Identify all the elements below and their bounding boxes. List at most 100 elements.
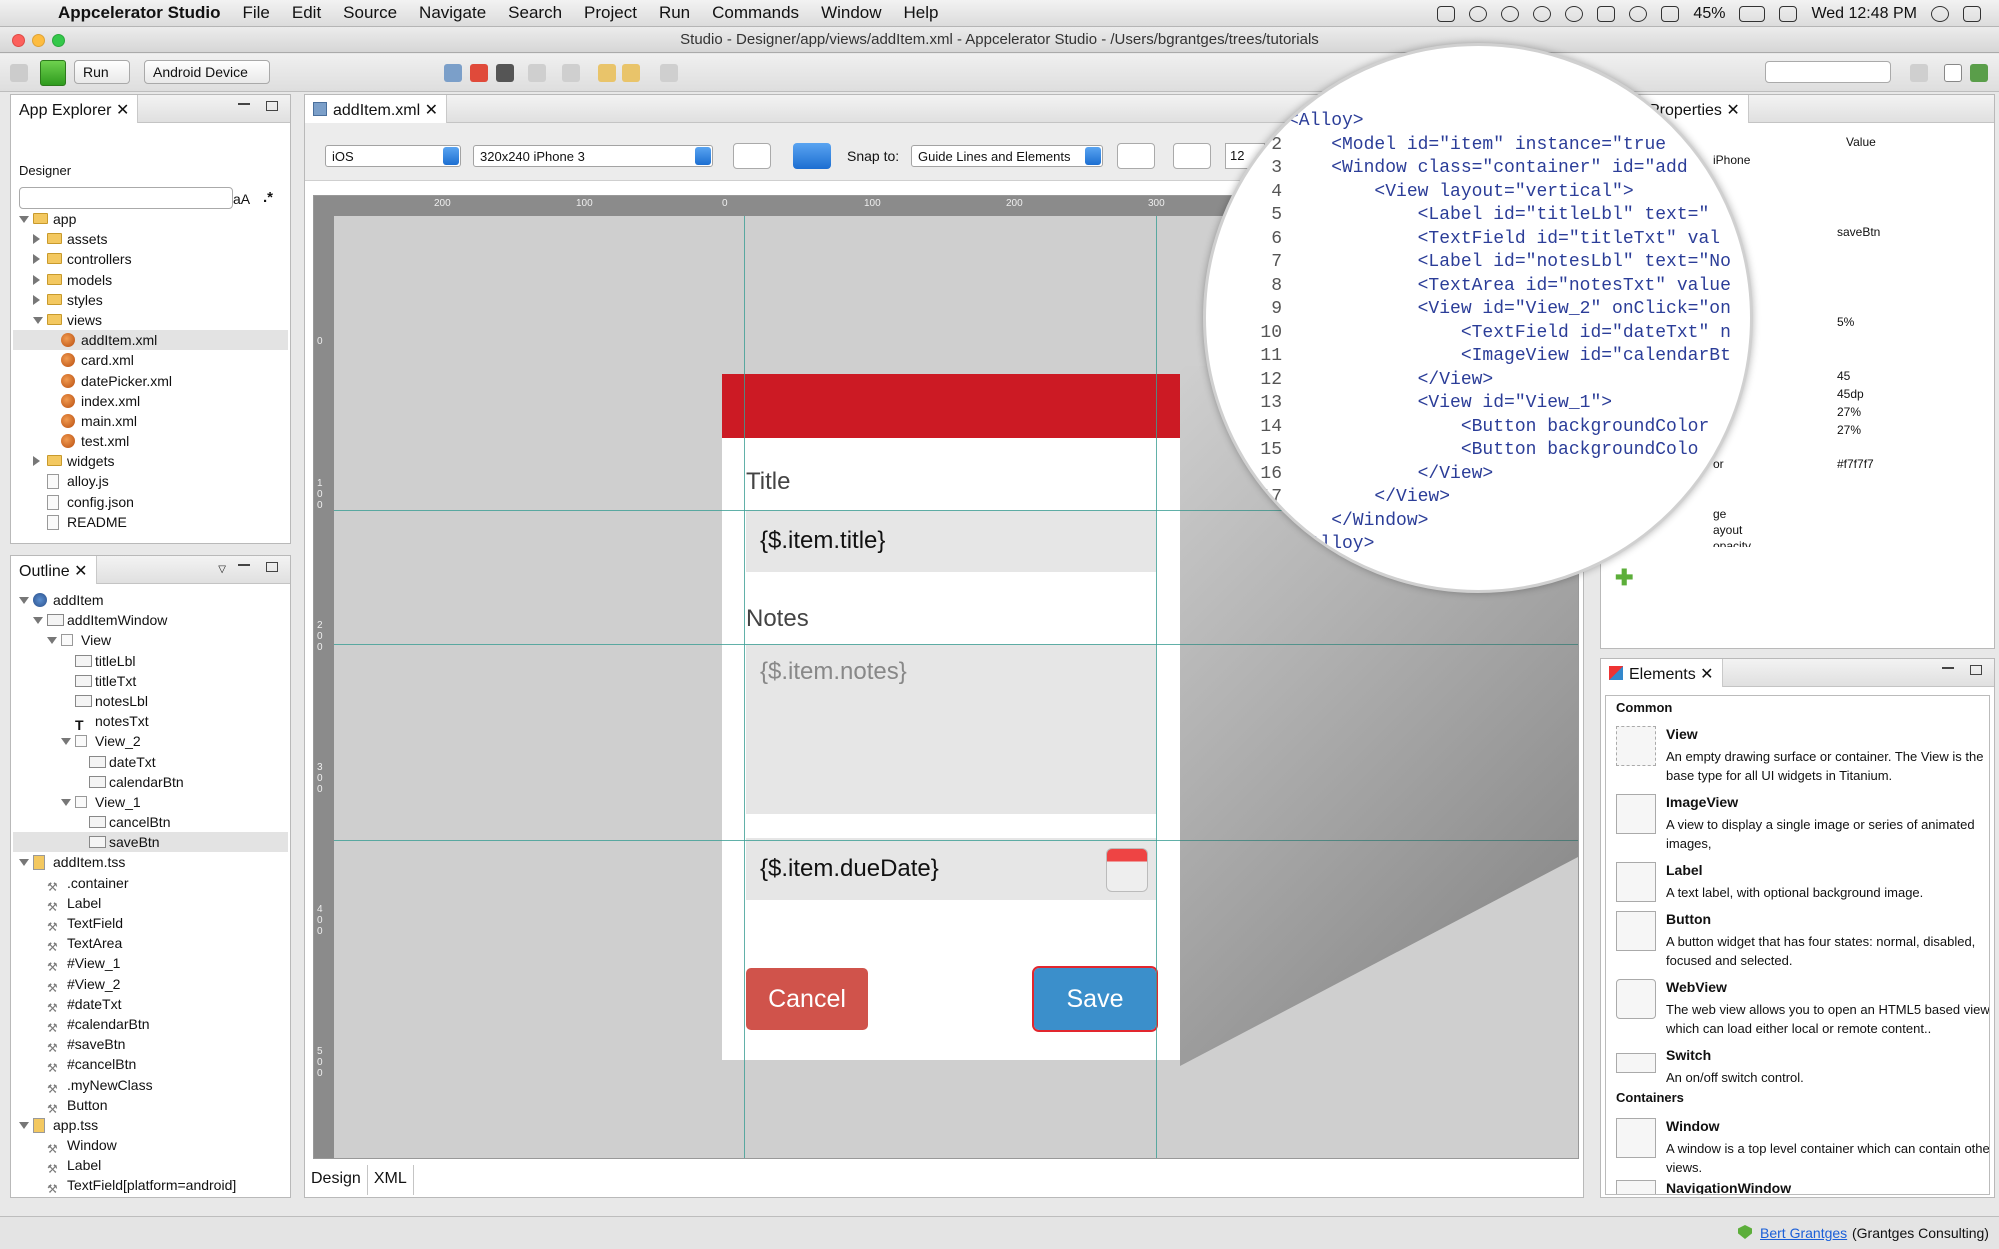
snap-select[interactable]: Guide Lines and Elements bbox=[911, 145, 1103, 167]
tree-row[interactable]: addItem.tss bbox=[13, 852, 288, 872]
tree-row[interactable]: ⚒ .myNewClass bbox=[13, 1075, 288, 1096]
target-device-select[interactable]: Android Device bbox=[144, 60, 270, 84]
view-menu-icon[interactable]: ▽ bbox=[218, 564, 226, 575]
close-tab-icon[interactable]: ✕ bbox=[1700, 666, 1713, 683]
tree-row[interactable]: ⚒ Window bbox=[13, 1135, 288, 1156]
tree-row[interactable]: ⚒ #View_1 bbox=[13, 953, 288, 974]
maximize-panel-icon[interactable] bbox=[266, 562, 278, 572]
menu-help[interactable]: Help bbox=[904, 3, 939, 23]
wifi-icon[interactable] bbox=[1629, 5, 1648, 22]
settings-gear-icon[interactable] bbox=[1970, 64, 1988, 82]
code-line[interactable]: 17 </View> bbox=[1246, 487, 1450, 511]
tool-icon-2[interactable] bbox=[562, 64, 580, 82]
tree-row[interactable]: app bbox=[13, 209, 288, 229]
chevron-down-icon[interactable] bbox=[19, 859, 29, 867]
property-value[interactable]: 45dp bbox=[1837, 387, 1864, 401]
quick-access-input[interactable] bbox=[1765, 61, 1891, 83]
tree-row[interactable]: View_1 bbox=[13, 792, 288, 812]
spotlight-search-icon[interactable] bbox=[1931, 5, 1949, 22]
tree-row[interactable]: views bbox=[13, 310, 288, 330]
explorer-toolbar-icons[interactable] bbox=[166, 135, 306, 153]
chevron-down-icon[interactable] bbox=[33, 617, 43, 625]
tree-row[interactable]: ⚒ .container bbox=[13, 873, 288, 894]
code-line[interactable]: 5 <Label id="titleLbl" text=" bbox=[1246, 205, 1709, 229]
console-icon[interactable] bbox=[496, 64, 514, 82]
tree-row[interactable]: config.json bbox=[13, 492, 288, 512]
title-text-field[interactable]: {$.item.title} bbox=[746, 510, 1156, 572]
tree-row[interactable]: ⚒ Button bbox=[13, 1095, 288, 1116]
tab-elements[interactable]: Elements ✕ bbox=[1601, 659, 1723, 687]
chevron-right-icon[interactable] bbox=[33, 234, 40, 245]
close-tab-icon[interactable]: ✕ bbox=[1726, 102, 1739, 119]
dropbox-icon[interactable] bbox=[1437, 5, 1456, 22]
platform-select[interactable]: iOS bbox=[325, 145, 461, 167]
tree-row[interactable]: saveBtn bbox=[13, 832, 288, 853]
apple-menu-icon[interactable] bbox=[24, 3, 44, 23]
chevron-down-icon[interactable] bbox=[19, 1121, 29, 1129]
menu-file[interactable]: File bbox=[242, 3, 269, 23]
last-edit-icon[interactable] bbox=[598, 64, 616, 82]
code-line[interactable]: 2 <Model id="item" instance="true bbox=[1246, 135, 1666, 159]
element-label[interactable]: Label A text label, with optional backgr… bbox=[1616, 862, 1989, 906]
chevron-down-icon[interactable] bbox=[33, 316, 43, 324]
grid-toggle-icon[interactable] bbox=[793, 143, 831, 169]
chevron-down-icon[interactable] bbox=[19, 597, 29, 604]
code-line[interactable]: 9 <View id="View_2" onClick="on bbox=[1246, 299, 1731, 323]
calendar-button-icon[interactable] bbox=[1106, 848, 1148, 892]
chevron-down-icon[interactable] bbox=[61, 798, 71, 806]
tree-row[interactable]: ⚒ Label bbox=[13, 1155, 288, 1176]
tree-row[interactable]: app.tss bbox=[13, 1115, 288, 1135]
code-line[interactable]: 6 <TextField id="titleTxt" val bbox=[1246, 229, 1720, 253]
tool-icon[interactable] bbox=[528, 64, 546, 82]
back-icon[interactable] bbox=[622, 64, 640, 82]
chevron-down-icon[interactable] bbox=[61, 738, 71, 746]
property-value[interactable]: 27% bbox=[1837, 405, 1861, 419]
designer-filter-label[interactable]: Designer bbox=[19, 163, 71, 178]
title-label[interactable]: Title bbox=[746, 468, 790, 496]
case-sensitive-toggle[interactable]: aA bbox=[233, 191, 250, 207]
cancel-button[interactable]: Cancel bbox=[746, 968, 868, 1030]
fit-to-screen-icon[interactable] bbox=[1117, 143, 1155, 169]
tree-row[interactable]: ⚒ Label bbox=[13, 893, 288, 914]
property-value[interactable]: #f7f7f7 bbox=[1837, 457, 1874, 471]
code-line[interactable]: 15 <Button backgroundColo bbox=[1246, 440, 1698, 464]
properties-toolbar-icons[interactable] bbox=[1806, 101, 1916, 119]
battery-icon[interactable] bbox=[1739, 5, 1766, 22]
property-value[interactable]: 27% bbox=[1837, 423, 1861, 437]
volume-icon[interactable] bbox=[1661, 5, 1680, 22]
tree-row[interactable]: ⚒ #dateTxt bbox=[13, 994, 288, 1015]
save-button[interactable]: Save bbox=[1032, 966, 1158, 1032]
property-value[interactable]: 5% bbox=[1837, 315, 1854, 329]
property-value[interactable]: saveBtn bbox=[1837, 225, 1880, 239]
minimize-panel-icon[interactable] bbox=[1942, 665, 1954, 669]
code-line[interactable]: 11 <ImageView id="calendarBt bbox=[1246, 346, 1730, 370]
code-line[interactable]: 7 <Label id="notesLbl" text="No bbox=[1246, 252, 1731, 276]
perspective-icon[interactable] bbox=[1910, 64, 1928, 82]
notification-center-icon[interactable] bbox=[1963, 5, 1981, 22]
tree-row[interactable]: cancelBtn bbox=[13, 812, 288, 832]
calendar-icon[interactable] bbox=[1779, 5, 1798, 22]
tree-row[interactable]: ⚒ TextField bbox=[13, 913, 288, 934]
chevron-right-icon[interactable] bbox=[33, 294, 40, 305]
tab-additem-xml[interactable]: addItem.xml ✕ bbox=[305, 95, 447, 123]
element-button[interactable]: Button A button widget that has four sta… bbox=[1616, 911, 1989, 971]
menu-app[interactable]: Appcelerator Studio bbox=[58, 3, 220, 23]
maximize-panel-icon[interactable] bbox=[266, 101, 278, 111]
notes-label[interactable]: Notes bbox=[746, 605, 809, 633]
tree-row[interactable]: ⚒ #View_2 bbox=[13, 974, 288, 995]
guide-line[interactable] bbox=[744, 216, 745, 1158]
menu-window[interactable]: Window bbox=[821, 3, 881, 23]
code-line[interactable]: 14 <Button backgroundColor bbox=[1246, 417, 1709, 441]
close-tab-icon[interactable]: ✕ bbox=[116, 102, 129, 119]
code-line[interactable]: 18 </Window> bbox=[1246, 511, 1428, 535]
code-line[interactable]: 10 <TextField id="dateTxt" n bbox=[1246, 323, 1730, 347]
tree-row[interactable]: ⚒ #cancelBtn bbox=[13, 1054, 288, 1075]
run-button[interactable]: Run bbox=[74, 60, 130, 84]
tree-row[interactable]: addItem bbox=[13, 590, 288, 610]
tree-row[interactable]: main.xml bbox=[13, 411, 288, 431]
tree-row[interactable]: assets bbox=[13, 229, 288, 249]
tree-row[interactable]: titleTxt bbox=[13, 671, 288, 691]
tree-row[interactable]: addItemWindow bbox=[13, 610, 288, 630]
tree-row[interactable]: TnotesTxt bbox=[13, 711, 288, 733]
menu-run[interactable]: Run bbox=[659, 3, 690, 23]
